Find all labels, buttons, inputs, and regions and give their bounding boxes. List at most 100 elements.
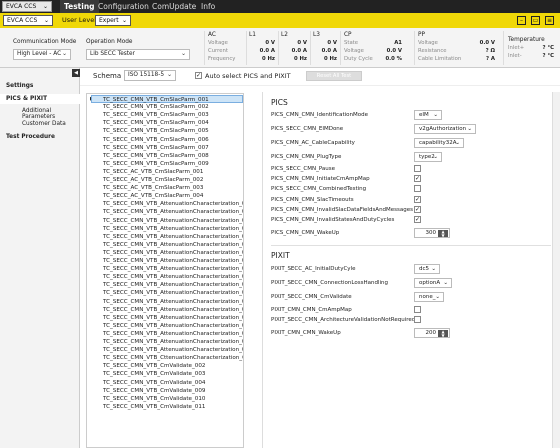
- testcase-row[interactable]: TC_SECC_CMN_VTB_AttenuationCharacterizat…: [103, 217, 243, 225]
- testcase-row[interactable]: TC_SECC_CMN_VTB_AttenuationCharacterizat…: [103, 200, 243, 208]
- vertical-scrollbar[interactable]: [552, 92, 560, 448]
- testcase-row[interactable]: TC_SECC_CMN_VTB_AttenuationCharacterizat…: [103, 241, 243, 249]
- testcase-row[interactable]: TC_SECC_AC_VTB_CmSlacParm_002: [103, 176, 203, 184]
- testcase-row[interactable]: TC_SECC_CMN_VTB_CmSlacParm_006: [103, 136, 209, 144]
- select-value: optionA: [419, 280, 441, 286]
- chevron-down-icon: ⌄: [435, 294, 440, 300]
- testcase-row[interactable]: TC_SECC_CMN_VTB_CmSlacParm_005: [103, 127, 209, 135]
- reset-all-button[interactable]: Reset All Test Results: [306, 71, 362, 87]
- testcase-row[interactable]: TC_SECC_CMN_VTB_CmValidate_004: [103, 379, 205, 387]
- testcase-row[interactable]: TC_SECC_CMN_VTB_AttenuationCharacterizat…: [103, 289, 243, 297]
- temperature-title: Temperature: [508, 37, 545, 43]
- testcase-row[interactable]: TC_SECC_CMN_VTB_AttenuationCharacterizat…: [103, 257, 243, 265]
- pics-initiate-cm-amp-map-checkbox[interactable]: ✓: [414, 175, 421, 182]
- pics-invalid-slac-data-checkbox[interactable]: ✓: [414, 206, 421, 213]
- testcase-row[interactable]: TC_SECC_CMN_VTB_CmValidate_003: [103, 370, 205, 378]
- pixit-connection-loss-select[interactable]: optionA ⌄: [414, 278, 452, 288]
- testcase-list[interactable]: ▶ TC_SECC_CMN_VTB_CmSlacParm_001 TC_SECC…: [86, 93, 244, 448]
- pixit-initial-duty-cycle-select[interactable]: dc5 ⌄: [414, 264, 440, 274]
- menu-icon[interactable]: ≡: [545, 16, 554, 25]
- pics-pause-checkbox[interactable]: [414, 165, 421, 172]
- l1-current: 0.0 A: [259, 48, 275, 54]
- schema-label: Schema: [93, 72, 122, 80]
- testcase-row[interactable]: TC_SECC_CMN_VTB_AttenuationCharacterizat…: [103, 314, 243, 322]
- testcase-row[interactable]: TC_SECC_CMN_VTB_CmSlacParm_002: [103, 103, 209, 111]
- testcase-row[interactable]: TC_SECC_AC_VTB_CmSlacParm_003: [103, 184, 203, 192]
- menu-comupdate[interactable]: ComUpdate: [148, 0, 200, 13]
- menu-info[interactable]: Info: [197, 0, 219, 13]
- testcase-row[interactable]: TC_SECC_CMN_VTB_CmSlacParm_007: [103, 144, 209, 152]
- testcase-row[interactable]: TC_SECC_CMN_VTB_AttenuationCharacterizat…: [103, 233, 243, 241]
- testcase-row[interactable]: TC_SECC_CMN_VTB_AttenuationCharacterizat…: [103, 265, 243, 273]
- pics-slac-timeouts-checkbox[interactable]: ✓: [414, 196, 421, 203]
- testcase-row[interactable]: TC_SECC_CMN_VTB_CmValidate_009: [103, 387, 205, 395]
- testcase-row[interactable]: TC_SECC_CMN_VTB_AttenuationCharacterizat…: [103, 225, 243, 233]
- testcase-row[interactable]: TC_SECC_CMN_VTB_AttenuationCharacterizat…: [103, 346, 243, 354]
- select-value: v2gAuthorization: [419, 126, 467, 132]
- select-value: capability32A: [419, 140, 457, 146]
- testcase-row[interactable]: TC_SECC_CMN_VTB_CmSlacParm_003: [103, 111, 209, 119]
- sidebar-item-additional-parameters[interactable]: Additional Parameters: [22, 108, 79, 120]
- testcase-row[interactable]: TC_SECC_CMN_VTB_AttenuationCharacterizat…: [103, 298, 243, 306]
- schema-select[interactable]: ISO 15118-5 ⌄: [124, 70, 176, 81]
- minimize-icon[interactable]: –: [517, 16, 526, 25]
- testcase-row[interactable]: TC_SECC_CMN_VTB_AttenuationCharacterizat…: [103, 338, 243, 346]
- testcase-row[interactable]: TC_SECC_CMN_VTB_CmSlacParm_004: [103, 119, 209, 127]
- testcase-row[interactable]: TC_SECC_AC_VTB_CmSlacParm_001: [103, 168, 203, 176]
- testcase-row[interactable]: TC_SECC_CMN_VTB_CmValidate_002: [103, 362, 205, 370]
- testcase-row[interactable]: TC_SECC_AC_VTB_CmSlacParm_004: [103, 192, 203, 200]
- product-select-secondary[interactable]: EVCA CCS ⌄: [3, 15, 53, 26]
- user-level-select[interactable]: Expert ⌄: [95, 15, 131, 26]
- pixit-architecture-validation-checkbox[interactable]: [414, 316, 421, 323]
- testcase-row[interactable]: TC_SECC_CMN_VTB_AttenuationCharacterizat…: [103, 249, 243, 257]
- pics-label: PICS_CMN_AC_CableCapability: [271, 140, 355, 146]
- menu-testing[interactable]: Testing: [60, 0, 99, 13]
- pics-eim-done-select[interactable]: v2gAuthorization ⌄: [414, 124, 476, 134]
- auto-select-checkbox[interactable]: ✓: [195, 72, 202, 79]
- testcase-row[interactable]: TC_SECC_CMN_VTB_AttenuationCharacterizat…: [103, 322, 243, 330]
- cp-row-duty-cycle: Duty Cycle: [344, 56, 373, 62]
- pp-row-resistance: Resistance: [418, 48, 447, 54]
- op-mode-select[interactable]: Lib SECC Tester ⌄: [86, 49, 190, 60]
- pics-identification-mode-select[interactable]: eIM ⌄: [414, 110, 442, 120]
- restore-icon[interactable]: ▭: [531, 16, 540, 25]
- testcase-row[interactable]: TC_SECC_CMN_VTB_CttenuationCharacterizat…: [103, 354, 243, 362]
- cp-duty-cycle-value: 0.0 %: [385, 56, 402, 62]
- pics-invalid-states-checkbox[interactable]: ✓: [414, 216, 421, 223]
- temperature-group: Temperature Inlet+ Inlet- ? °C ? °C: [503, 31, 558, 65]
- pics-label: PICS_CMN_CMN_WakeUp: [271, 230, 340, 236]
- op-mode-value: Lib SECC Tester: [90, 51, 136, 57]
- testcase-row[interactable]: TC_SECC_CMN_VTB_AttenuationCharacterizat…: [103, 330, 243, 338]
- testcase-row[interactable]: TC_SECC_CMN_VTB_CmSlacParm_009: [103, 160, 209, 168]
- chevron-down-icon: ⌄: [181, 51, 186, 57]
- sidebar-item-settings[interactable]: Settings: [6, 83, 33, 89]
- sidebar-item-pics-pixit[interactable]: PICS & PIXIT: [0, 94, 80, 104]
- l1-title: L1: [249, 32, 256, 38]
- sidebar-item-test-procedure[interactable]: Test Procedure: [6, 134, 55, 140]
- product-select[interactable]: EVCA CCS ⌄: [2, 1, 52, 12]
- pics-cable-capability-select[interactable]: capability32A ⌄: [414, 138, 464, 148]
- spin-arrows-icon[interactable]: ▲ ▼: [438, 230, 448, 237]
- pixit-cm-amp-map-checkbox[interactable]: [414, 306, 421, 313]
- testcase-row[interactable]: TC_SECC_CMN_VTB_AttenuationCharacterizat…: [103, 273, 243, 281]
- pics-plug-type-select[interactable]: type2 ⌄: [414, 152, 442, 162]
- comm-mode-select[interactable]: High Level - AC ⌄: [13, 49, 71, 60]
- collapse-sidebar-icon[interactable]: ◀: [72, 69, 80, 77]
- l3-frequency: 0 Hz: [323, 56, 337, 62]
- testcase-row[interactable]: TC_SECC_CMN_VTB_AttenuationCharacterizat…: [103, 306, 243, 314]
- pixit-wakeup-spinbox[interactable]: 200 ▲ ▼: [414, 328, 450, 338]
- testcase-row[interactable]: TC_SECC_CMN_VTB_AttenuationCharacterizat…: [103, 281, 243, 289]
- spin-arrows-icon[interactable]: ▲ ▼: [438, 330, 448, 337]
- testcase-row[interactable]: TC_SECC_CMN_VTB_CmValidate_011: [103, 403, 205, 411]
- testcase-row[interactable]: TC_SECC_CMN_VTB_CmSlacParm_008: [103, 152, 209, 160]
- pics-wakeup-spinbox[interactable]: 300 ▲ ▼: [414, 228, 450, 238]
- pixit-label: PIXIT_CMN_CMN_WakeUp: [271, 330, 341, 336]
- cp-state-value: A1: [394, 40, 402, 46]
- sidebar-item-customer-data[interactable]: Customer Data: [22, 121, 66, 127]
- pixit-cm-validate-select[interactable]: none_ ⌄: [414, 292, 444, 302]
- menu-configuration[interactable]: Configuration: [94, 0, 153, 13]
- testcase-row[interactable]: TC_SECC_CMN_VTB_CmValidate_010: [103, 395, 205, 403]
- pics-combined-testing-checkbox[interactable]: [414, 185, 421, 192]
- testcase-row[interactable]: TC_SECC_CMN_VTB_AttenuationCharacterizat…: [103, 208, 243, 216]
- testcase-row[interactable]: TC_SECC_CMN_VTB_CmSlacParm_001: [91, 95, 243, 104]
